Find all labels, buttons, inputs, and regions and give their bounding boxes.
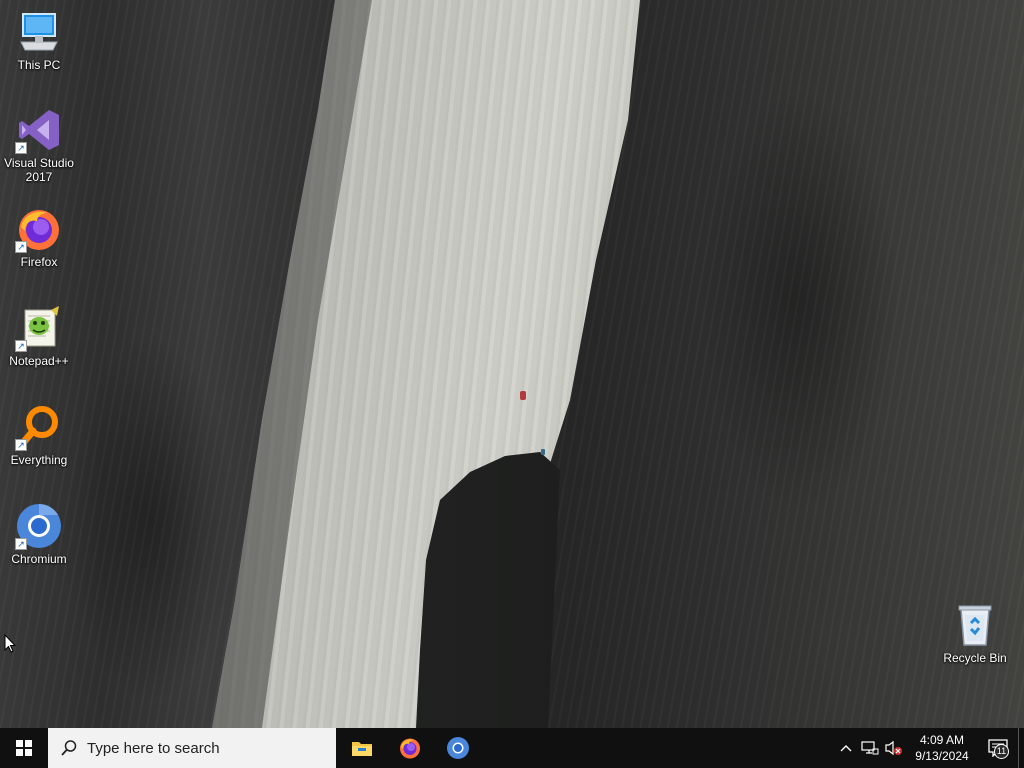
shortcut-arrow-icon: ↗	[15, 340, 27, 352]
desktop-icon-notepadpp[interactable]: ↗ Notepad++	[2, 304, 76, 368]
wallpaper-climber-belayer	[541, 449, 545, 455]
desktop-icon-label: Notepad++	[9, 354, 69, 368]
clock-time: 4:09 AM	[919, 733, 965, 747]
taskbar-chromium[interactable]	[434, 728, 482, 768]
desktop-icon-firefox[interactable]: ↗ Firefox	[2, 205, 76, 269]
desktop-icon-recycle-bin[interactable]: Recycle Bin	[938, 601, 1012, 665]
notification-count-badge: 11	[994, 744, 1009, 759]
windows-logo-icon	[16, 740, 32, 756]
desktop-wallpaper	[0, 0, 1024, 728]
show-desktop-button[interactable]	[1018, 728, 1024, 768]
file-explorer-icon	[352, 742, 372, 756]
network-icon[interactable]	[858, 728, 882, 768]
shortcut-arrow-icon: ↗	[15, 538, 27, 550]
desktop-icon-label: Everything	[10, 453, 68, 467]
visual-studio-icon: ↗	[15, 106, 63, 154]
everything-icon: ↗	[15, 403, 63, 451]
desktop-icon-label: Recycle Bin	[943, 651, 1007, 665]
firefox-icon: ↗	[15, 205, 63, 253]
shortcut-arrow-icon: ↗	[15, 439, 27, 451]
taskbar-search-box[interactable]: Type here to search	[48, 728, 336, 768]
volume-muted-icon[interactable]	[882, 728, 906, 768]
system-tray: 4:09 AM 9/13/2024 11	[834, 728, 1024, 768]
chromium-icon	[447, 737, 469, 759]
taskbar-file-explorer[interactable]	[338, 728, 386, 768]
taskbar-clock[interactable]: 4:09 AM 9/13/2024	[906, 732, 978, 764]
action-center-button[interactable]: 11	[978, 728, 1018, 768]
firefox-icon	[400, 738, 420, 759]
desktop-icon-this-pc[interactable]: This PC	[2, 8, 76, 72]
desktop-icon-label: This PC	[17, 58, 61, 72]
wallpaper-climber	[520, 391, 526, 400]
desktop-icon-label: Chromium	[11, 552, 67, 566]
recycle-bin-icon	[951, 601, 999, 649]
tray-overflow-chevron-up-icon[interactable]	[834, 728, 858, 768]
search-icon	[61, 740, 77, 756]
clock-date: 9/13/2024	[915, 749, 969, 763]
desktop-icon-everything[interactable]: ↗ Everything	[2, 403, 76, 467]
taskbar: Type here to search 4:09 AM 9/13/2024 11	[0, 728, 1024, 768]
desktop-icon-chromium[interactable]: ↗ Chromium	[2, 502, 76, 566]
start-button[interactable]	[0, 728, 48, 768]
search-placeholder: Type here to search	[87, 739, 220, 757]
this-pc-icon	[15, 8, 63, 56]
desktop-icon-label: Visual Studio 2017	[4, 156, 74, 184]
chromium-icon: ↗	[15, 502, 63, 550]
shortcut-arrow-icon: ↗	[15, 142, 27, 154]
shortcut-arrow-icon: ↗	[15, 241, 27, 253]
mouse-cursor-icon	[4, 633, 17, 658]
desktop-icon-label: Firefox	[20, 255, 58, 269]
desktop-icon-visual-studio[interactable]: ↗ Visual Studio 2017	[2, 106, 76, 184]
notepadpp-icon: ↗	[15, 304, 63, 352]
taskbar-firefox[interactable]	[386, 728, 434, 768]
